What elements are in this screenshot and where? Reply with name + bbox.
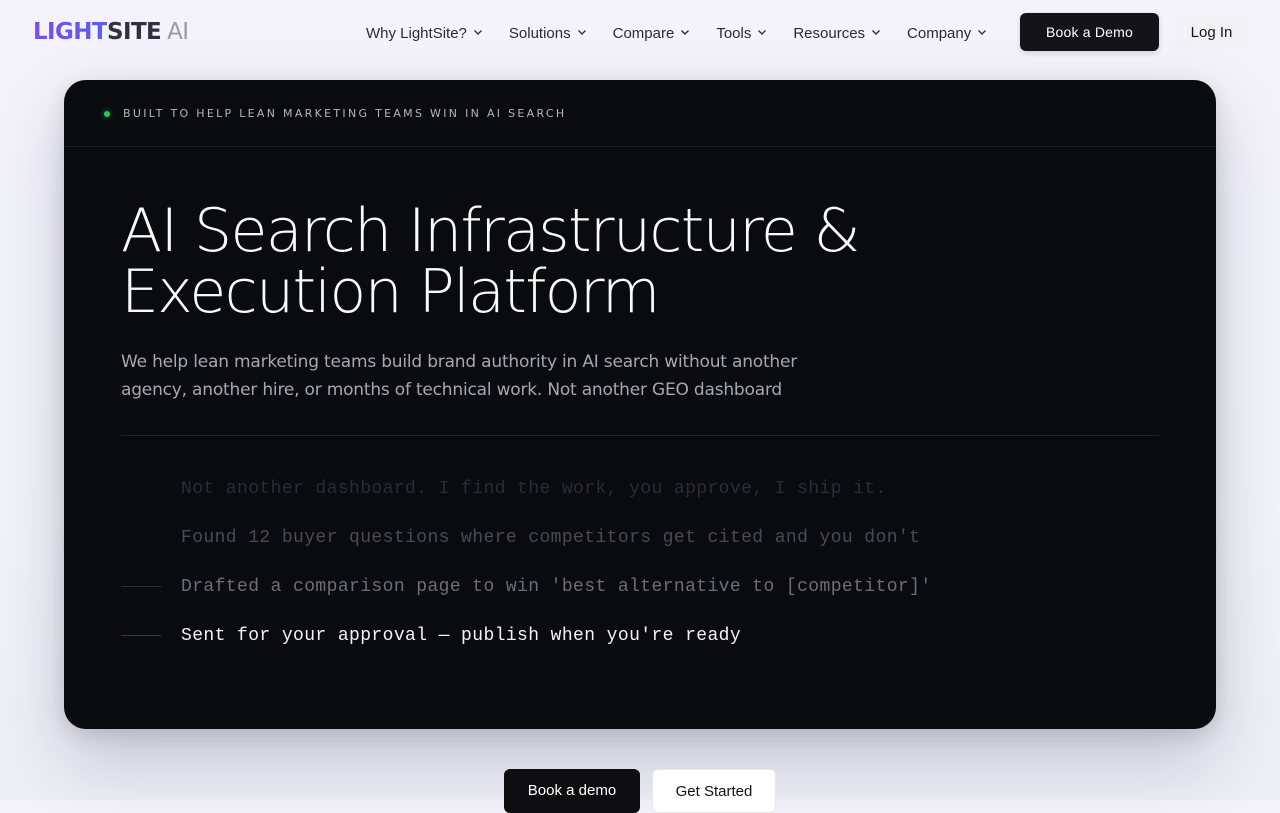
menu-item-why-lightsite[interactable]: Why LightSite? (366, 22, 483, 44)
card-divider (64, 146, 1216, 147)
menu-item-compare[interactable]: Compare (613, 22, 691, 44)
headline-line-1: AI Search Infrastructure & (121, 196, 860, 266)
chevron-down-icon (473, 27, 483, 37)
headline-line-2: Execution Platform (121, 257, 660, 327)
chevron-down-icon (577, 27, 587, 37)
status-dot-icon (104, 110, 110, 117)
menu-item-label: Tools (716, 24, 752, 42)
activity-log: Not another dashboard. I find the work, … (121, 464, 932, 660)
menu-item-label: Compare (612, 24, 675, 42)
get-started-button[interactable]: Get Started (652, 769, 776, 813)
book-demo-button[interactable]: Book a Demo (1020, 13, 1159, 51)
menu-item-label: Why LightSite? (366, 24, 467, 42)
menu-item-label: Solutions (508, 24, 571, 42)
chevron-down-icon (757, 27, 767, 37)
log-line-text: Sent for your approval — publish when yo… (181, 625, 742, 646)
logo-site-text: SITE (107, 19, 162, 45)
log-line-text: Found 12 buyer questions where competito… (181, 527, 921, 548)
menu-item-solutions[interactable]: Solutions (509, 22, 587, 44)
hero-card: BUILT TO HELP LEAN MARKETING TEAMS WIN I… (64, 80, 1216, 729)
log-dash (121, 586, 161, 587)
login-button[interactable]: Log In (1175, 16, 1248, 49)
menu-item-tools[interactable]: Tools (716, 22, 767, 44)
menu-item-company[interactable]: Company (907, 22, 987, 44)
hero-headline: AI Search Infrastructure & Execution Pla… (121, 201, 921, 323)
menu-item-resources[interactable]: Resources (793, 22, 881, 44)
lightsite-logo[interactable]: LIGHTSITE AI (33, 18, 189, 46)
log-dash (121, 537, 161, 538)
log-dash (121, 635, 161, 636)
content-divider (121, 435, 1159, 436)
top-navigation: LIGHTSITE AI Why LightSite? Solutions Com… (0, 0, 1280, 64)
hero-subtext: We help lean marketing teams build brand… (121, 352, 798, 400)
log-line-text: Not another dashboard. I find the work, … (181, 478, 887, 499)
menu-item-label: Company (907, 24, 972, 42)
log-line: Found 12 buyer questions where competito… (121, 513, 932, 562)
log-line-text: Drafted a comparison page to win 'best a… (181, 576, 932, 597)
chevron-down-icon (977, 27, 987, 37)
book-a-demo-cta-button[interactable]: Book a demo (504, 769, 640, 813)
hero-badge-text: BUILT TO HELP LEAN MARKETING TEAMS WIN I… (123, 107, 567, 120)
menu-item-label: Resources (793, 24, 866, 42)
log-line: Not another dashboard. I find the work, … (121, 464, 932, 513)
chevron-down-icon (871, 27, 881, 37)
main-menu: Why LightSite? Solutions Compare Tools R… (366, 22, 987, 44)
log-line: Drafted a comparison page to win 'best a… (121, 562, 932, 611)
chevron-down-icon (680, 27, 690, 37)
logo-light-text: LIGHT (33, 19, 108, 45)
log-dash (121, 488, 161, 489)
log-line-active: Sent for your approval — publish when yo… (121, 611, 932, 660)
logo-ai-text: AI (167, 19, 189, 45)
hero-badge: BUILT TO HELP LEAN MARKETING TEAMS WIN I… (104, 107, 566, 120)
